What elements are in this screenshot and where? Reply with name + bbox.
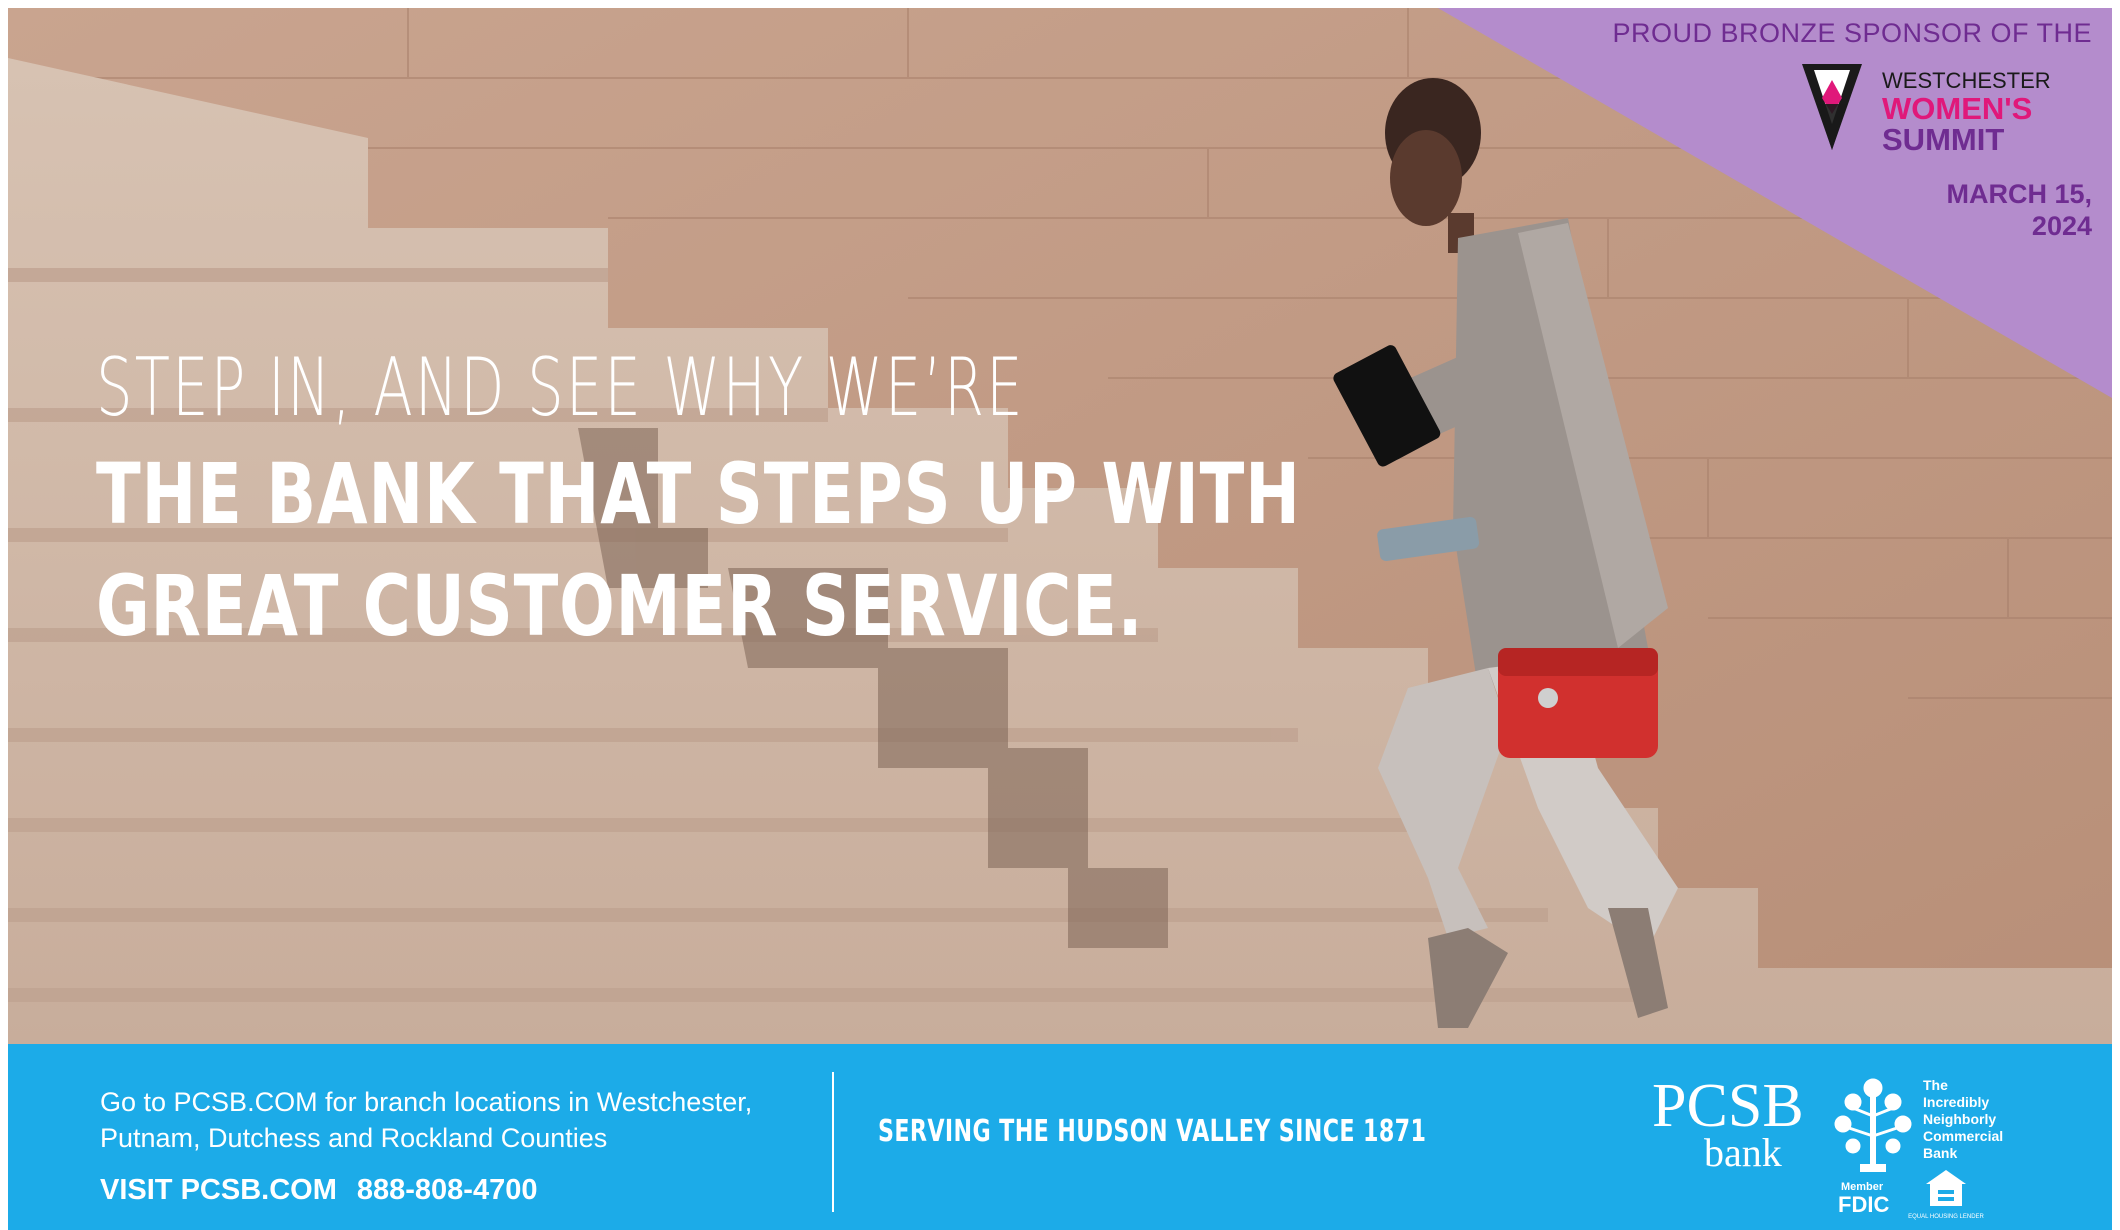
sponsor-label: PROUD BRONZE SPONSOR OF THE [1612, 18, 2092, 48]
fdic-badge: Member FDIC [1838, 1181, 1889, 1217]
summit-date-line1: MARCH 15, [1946, 179, 2092, 209]
headline-line-1: STEP IN, AND SEE WHY WE’RE [96, 341, 1025, 434]
womens-summit-logo: WESTCHESTER WOMEN'S SUMMIT [1802, 64, 2051, 154]
footer-divider [832, 1072, 834, 1212]
slogan-line-4: Commercial [1923, 1128, 2003, 1144]
headline: STEP IN, AND SEE WHY WE’RE THE BANK THAT… [96, 338, 1641, 662]
equal-housing-icon: EQUAL HOUSING LENDER [1908, 1170, 1985, 1220]
advertisement: STEP IN, AND SEE WHY WE’RE THE BANK THAT… [8, 8, 2112, 1230]
summit-womens: WOMEN'S [1882, 91, 2032, 126]
ww-logo-icon [1802, 64, 1862, 150]
pcsb-bank-logo: PCSB bank The Incredibly Neighborly Comm… [1652, 1072, 2003, 1220]
tree-icon [1834, 1078, 1912, 1172]
slogan-line-1: The [1923, 1077, 1948, 1093]
summit-date-line2: 2024 [2031, 211, 2092, 241]
headline-line-3: GREAT CUSTOMER SERVICE. [96, 557, 1144, 655]
summit-date: MARCH 15, 2024 [1946, 178, 2092, 242]
headline-line-2: THE BANK THAT STEPS UP WITH [96, 445, 1301, 543]
contact-line: VISIT PCSB.COM 888-808-4700 [100, 1174, 557, 1207]
branch-info-line2: Putnam, Dutchess and Rockland Counties [100, 1123, 608, 1153]
fdic-text: FDIC [1838, 1192, 1889, 1217]
slogan-line-2: Incredibly [1923, 1094, 1989, 1110]
tagline: SERVING THE HUDSON VALLEY SINCE 1871 [878, 1114, 1427, 1149]
website-link[interactable]: VISIT PCSB.COM [100, 1174, 337, 1206]
slogan-line-5: Bank [1923, 1145, 1957, 1161]
pcsb-slogan: The Incredibly Neighborly Commercial Ban… [1923, 1077, 2003, 1161]
equal-housing-text: EQUAL HOUSING LENDER [1908, 1214, 1984, 1220]
summit-summit: SUMMIT [1882, 122, 2004, 154]
branch-info: Go to PCSB.COM for branch locations in W… [100, 1084, 820, 1156]
footer-bar: Go to PCSB.COM for branch locations in W… [8, 1044, 2112, 1230]
pcsb-bank-word: bank [1704, 1130, 1782, 1175]
branch-info-line1: Go to PCSB.COM for branch locations in W… [100, 1087, 753, 1117]
summit-westchester: WESTCHESTER [1882, 68, 2051, 93]
slogan-line-3: Neighborly [1923, 1111, 1996, 1127]
phone-number[interactable]: 888-808-4700 [357, 1174, 538, 1206]
